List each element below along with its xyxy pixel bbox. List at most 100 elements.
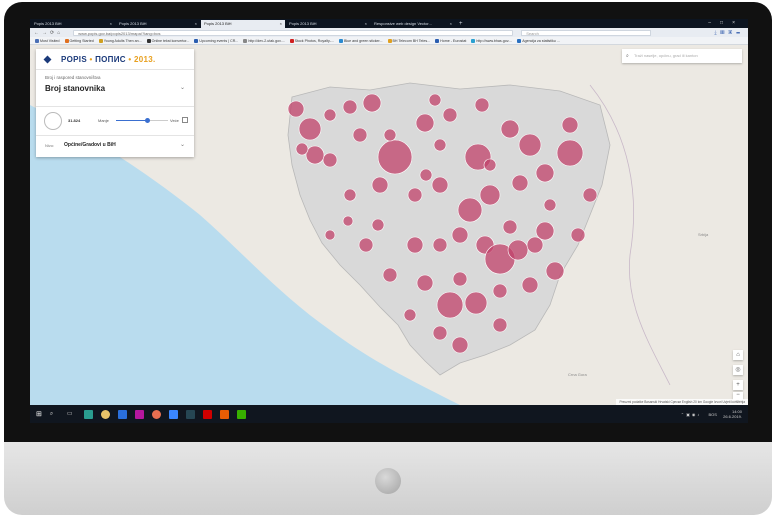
municipality-bubble[interactable] — [502, 219, 518, 235]
tray-language[interactable]: BOS — [709, 412, 717, 417]
municipality-bubble[interactable] — [415, 113, 435, 133]
back-forward-reload-home-icons[interactable]: ←→⟳⌂ — [34, 30, 63, 36]
municipality-bubble[interactable] — [432, 237, 448, 253]
municipality-bubble[interactable] — [419, 168, 433, 182]
skype-icon[interactable] — [168, 409, 178, 419]
municipality-bubble[interactable] — [432, 325, 448, 341]
municipality-bubble[interactable] — [416, 274, 434, 292]
slider-handle[interactable] — [144, 118, 150, 123]
browser-tab[interactable]: Popis 2013 BiH × — [286, 20, 370, 28]
level-select[interactable]: Nivo: Općine/Gradovi u BiH ⌄ — [36, 136, 194, 156]
tray-icons[interactable]: ⌃▣◉♪ — [681, 412, 702, 417]
close-tab-icon[interactable]: × — [450, 20, 452, 28]
municipality-bubble[interactable] — [431, 176, 449, 194]
locate-icon[interactable]: ◎ — [733, 365, 743, 375]
municipality-bubble[interactable] — [343, 188, 357, 202]
municipality-bubble[interactable] — [561, 116, 579, 134]
municipality-bubble[interactable] — [358, 237, 374, 253]
municipality-bubble[interactable] — [518, 133, 542, 157]
outlook-icon[interactable] — [117, 409, 127, 419]
app-icon-1[interactable] — [83, 409, 93, 419]
bookmark-item[interactable]: Upcoming events | CR... — [194, 38, 238, 43]
municipality-bubble[interactable] — [362, 93, 382, 113]
chevron-down-icon[interactable]: ⌄ — [180, 141, 185, 148]
toolbar-icons[interactable]: ⤓▥▣☰ — [714, 30, 744, 36]
bubble-size-slider[interactable] — [116, 118, 168, 123]
close-tab-icon[interactable]: × — [110, 20, 112, 28]
municipality-bubble[interactable] — [500, 119, 520, 139]
indicator-select[interactable]: Broj i raspored stanovništva Broj stanov… — [36, 70, 194, 107]
bookmark-item[interactable]: BH Telecom BH Teles... — [387, 38, 430, 43]
municipality-bubble[interactable] — [464, 291, 488, 315]
municipality-bubble[interactable] — [556, 139, 584, 167]
municipality-bubble[interactable] — [305, 145, 325, 165]
municipality-bubble[interactable] — [545, 261, 565, 281]
municipality-bubble[interactable] — [451, 226, 469, 244]
zoom-in-button[interactable]: + — [733, 380, 743, 390]
municipality-bubble[interactable] — [433, 138, 447, 152]
municipality-bubble[interactable] — [483, 158, 497, 172]
municipality-bubble[interactable] — [383, 128, 397, 142]
window-controls[interactable]: –□× — [708, 19, 744, 28]
bookmark-item[interactable]: Home - Eurostat — [435, 38, 466, 43]
task-view-icon[interactable]: ▭ — [67, 410, 76, 419]
home-icon[interactable]: ⌂ — [733, 350, 743, 360]
municipality-bubble[interactable] — [436, 291, 464, 319]
municipality-bubble[interactable] — [474, 97, 490, 113]
new-tab-icon[interactable]: + — [459, 20, 463, 28]
browser-tab-active[interactable]: Popis 2013 BiH × — [201, 20, 285, 28]
close-tab-icon[interactable]: × — [195, 20, 197, 28]
municipality-bubble[interactable] — [323, 108, 337, 122]
chrome-icon[interactable] — [100, 409, 110, 419]
municipality-bubble[interactable] — [451, 336, 469, 354]
browser-tab[interactable]: Popis 2013 BiH × — [31, 20, 115, 28]
windows-start-icon[interactable]: ⊞ — [36, 410, 42, 418]
photoshop-icon[interactable] — [185, 409, 195, 419]
chevron-down-icon[interactable]: ⌄ — [180, 84, 185, 91]
phone-app-icon[interactable] — [236, 409, 246, 419]
bookmark-item[interactable]: Most Visited — [35, 38, 60, 43]
indesign-icon[interactable] — [134, 409, 144, 419]
municipality-bubble[interactable] — [298, 117, 322, 141]
acrobat-icon[interactable] — [202, 409, 212, 419]
municipality-bubble[interactable] — [543, 198, 557, 212]
browser-tab[interactable]: Popis 2013 BiH × — [116, 20, 200, 28]
municipality-bubble[interactable] — [521, 276, 539, 294]
municipality-bubble[interactable] — [492, 317, 508, 333]
bookmark-item[interactable]: Agencija za statistiku ... — [517, 38, 560, 43]
search-icon[interactable]: ⌕ — [50, 410, 59, 419]
municipality-bubble[interactable] — [342, 99, 358, 115]
municipality-bubble[interactable] — [457, 197, 483, 223]
municipality-bubble[interactable] — [492, 283, 508, 299]
firefox-icon[interactable] — [151, 409, 161, 419]
municipality-bubble[interactable] — [570, 227, 586, 243]
municipality-bubble[interactable] — [535, 221, 555, 241]
municipality-bubble[interactable] — [342, 215, 354, 227]
municipality-bubble[interactable] — [382, 267, 398, 283]
browser-search-input[interactable]: Search — [521, 29, 652, 36]
municipality-bubble[interactable] — [407, 187, 423, 203]
expand-checkbox[interactable] — [182, 117, 188, 123]
clock[interactable]: 14:00 26.6.2019. — [723, 409, 742, 419]
municipality-bubble[interactable] — [507, 239, 529, 261]
url-input[interactable]: www.popis.gov.ba/popis2013/mapa/?lang=bo… — [73, 29, 514, 36]
municipality-bubble[interactable] — [352, 127, 368, 143]
municipality-bubble[interactable] — [371, 176, 389, 194]
municipality-bubble[interactable] — [287, 100, 305, 118]
bookmark-item[interactable]: http://dev-2.utak.gov.... — [243, 38, 285, 43]
municipality-bubble[interactable] — [535, 163, 555, 183]
bookmark-item[interactable]: Stock Photos, Royalty-... — [289, 38, 334, 43]
close-tab-icon[interactable]: × — [280, 20, 282, 28]
municipality-bubble[interactable] — [324, 229, 336, 241]
municipality-bubble[interactable] — [403, 308, 417, 322]
bookmark-item[interactable]: Getting Started — [64, 38, 94, 43]
browser-tab[interactable]: Responsive web design Vector... × — [371, 20, 455, 28]
municipality-bubble[interactable] — [442, 107, 458, 123]
municipality-bubble[interactable] — [371, 218, 385, 232]
municipality-bubble[interactable] — [526, 236, 544, 254]
map-view[interactable]: Srbija Crna Gora POPIS • ПОПИС • 2013. B… — [30, 45, 748, 405]
municipality-bubble[interactable] — [511, 174, 529, 192]
bookmark-item[interactable]: Online tekst konvertor... — [146, 38, 189, 43]
bookmark-item[interactable]: http://www.bhas.gov.... — [471, 38, 512, 43]
bookmark-item[interactable]: Blue and green sticker... — [338, 38, 383, 43]
